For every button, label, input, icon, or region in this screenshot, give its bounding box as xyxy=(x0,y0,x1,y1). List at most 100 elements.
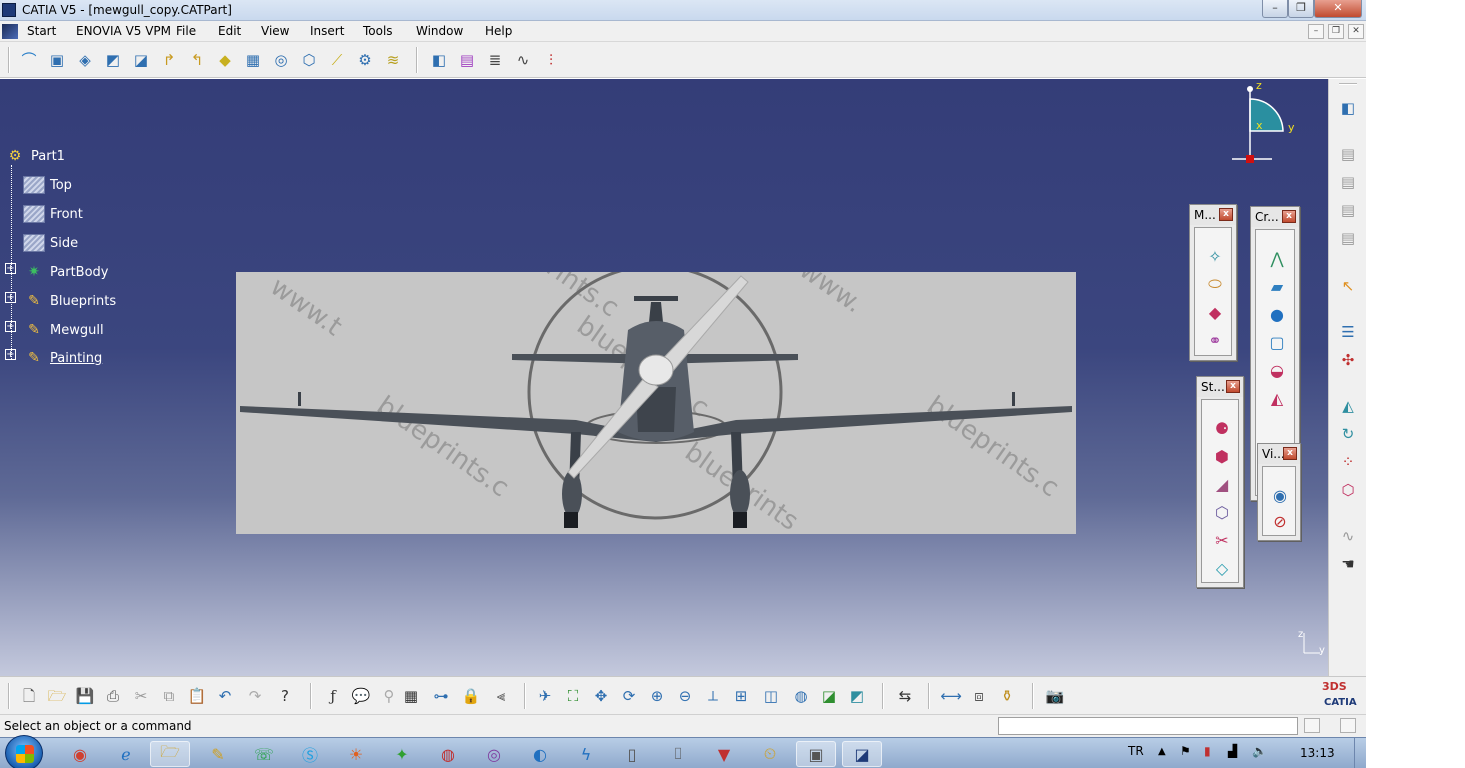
cylinder-icon[interactable]: ▣ xyxy=(46,49,68,71)
iso-view-icon[interactable]: ◫ xyxy=(760,685,782,707)
camera-app-icon[interactable]: ⌷ xyxy=(658,741,698,767)
notes-app-icon[interactable]: ✎ xyxy=(198,741,238,767)
panel-close-button[interactable]: x xyxy=(1226,380,1240,393)
tree-node-mewgull[interactable]: ✎ Mewgull xyxy=(23,320,103,340)
volume-icon[interactable]: 🔈 xyxy=(1252,744,1267,758)
swap-space-icon[interactable]: ◩ xyxy=(846,685,868,707)
whats-this-icon[interactable]: ? xyxy=(274,685,296,707)
screen-app-icon[interactable]: ▣ xyxy=(796,741,836,767)
select-list-icon[interactable]: ☰ xyxy=(1337,321,1359,343)
action-center-flag-icon[interactable]: ⚑ xyxy=(1180,744,1191,758)
shell-icon[interactable]: ⬢ xyxy=(1210,444,1234,468)
parameters-icon[interactable]: ⫷ xyxy=(490,685,512,707)
fit-all-icon[interactable]: ⛶ xyxy=(562,685,584,707)
close-button[interactable]: ✕ xyxy=(1314,0,1362,18)
blend-icon[interactable]: ◩ xyxy=(102,49,124,71)
menu-window[interactable]: Window xyxy=(416,24,463,38)
redo-icon[interactable]: ↷ xyxy=(244,685,266,707)
taskbar-clock[interactable]: 13:13 xyxy=(1300,746,1335,760)
join-icon[interactable]: ⚙ xyxy=(354,49,376,71)
layer-stack-icon[interactable]: ▤ xyxy=(1337,143,1359,165)
table-icon[interactable]: ▦ xyxy=(400,685,422,707)
eye-icon[interactable]: ◉ xyxy=(1268,483,1292,507)
connect-curve-icon[interactable]: ⟋ xyxy=(326,49,348,71)
pattern-icon[interactable]: ⁘ xyxy=(1337,451,1359,473)
rotate-icon[interactable]: ⟳ xyxy=(618,685,640,707)
panel-close-button[interactable]: x xyxy=(1282,210,1296,223)
menu-start[interactable]: Start xyxy=(27,24,56,38)
windows-start-button[interactable] xyxy=(5,735,43,768)
hide-show-icon[interactable]: ◪ xyxy=(818,685,840,707)
show-desktop-button[interactable] xyxy=(1354,738,1366,768)
select-arrow-icon[interactable]: ↖ xyxy=(1337,275,1359,297)
tree-node-front[interactable]: Front xyxy=(23,204,83,224)
paste-icon[interactable]: 📋 xyxy=(186,685,208,707)
fly-mode-icon[interactable]: ✈ xyxy=(534,685,556,707)
xyz-axis-icon[interactable]: ✣ xyxy=(1337,349,1359,371)
shape-fillet-icon[interactable]: ⚭ xyxy=(1203,328,1227,352)
firefox-icon[interactable]: ☀ xyxy=(336,741,376,767)
hand-cursor-icon[interactable]: ☚ xyxy=(1337,553,1359,575)
spline-icon[interactable]: ◆ xyxy=(214,49,236,71)
globe-app-icon[interactable]: ✦ xyxy=(382,741,422,767)
catia-taskbar-icon[interactable]: ◪ xyxy=(842,741,882,767)
porcupine-icon[interactable]: ⫶ xyxy=(540,49,562,71)
status-close-button[interactable] xyxy=(1340,718,1356,733)
network-signal-icon[interactable]: ▟ xyxy=(1228,744,1237,758)
multi-section-icon[interactable]: ⬡ xyxy=(298,49,320,71)
formula-icon[interactable]: ƒ xyxy=(322,685,344,707)
draft-analysis-icon[interactable]: ∿ xyxy=(512,49,534,71)
tree-node-top[interactable]: Top xyxy=(23,175,72,195)
tree-graph-icon[interactable]: ⊶ xyxy=(430,685,452,707)
sweep-icon[interactable]: ◪ xyxy=(130,49,152,71)
3d-viewport[interactable]: ⚙ Part1 Top Front Side + ✷ PartBody + ✎ … xyxy=(0,79,1328,676)
clock-app-icon[interactable]: ⏲ xyxy=(750,741,790,767)
panel-header[interactable]: Cr... x xyxy=(1251,207,1299,227)
blueprint-image[interactable]: www.t www. blueprints.c blueprints.c blu… xyxy=(236,272,1076,534)
sphere-icon[interactable]: ● xyxy=(1265,302,1289,326)
tray-expand-icon[interactable]: ▲ xyxy=(1158,746,1166,757)
maximize-button[interactable]: ❐ xyxy=(1288,0,1314,18)
multi-section-surface-icon[interactable]: ✧ xyxy=(1203,244,1227,268)
pdf-reader-icon[interactable]: ▼ xyxy=(704,741,744,767)
update-icon[interactable]: ⇆ xyxy=(894,685,916,707)
blend-surface-icon[interactable]: ⬭ xyxy=(1203,272,1227,296)
revolution-icon[interactable]: ◒ xyxy=(1265,358,1289,382)
open-folder-icon[interactable]: 🗁 xyxy=(46,685,68,707)
split-icon[interactable]: ✂ xyxy=(1210,528,1234,552)
player-icon[interactable]: ◐ xyxy=(520,741,560,767)
tree-node-part1[interactable]: ⚙ Part1 xyxy=(4,146,65,166)
close-surface-icon[interactable]: ⬡ xyxy=(1210,500,1234,524)
mass-icon[interactable]: ⚱ xyxy=(996,685,1018,707)
menu-file[interactable]: File xyxy=(176,24,196,38)
mdi-restore-button[interactable]: ❐ xyxy=(1328,24,1344,39)
panel-header[interactable]: M... x xyxy=(1190,205,1236,225)
menu-edit[interactable]: Edit xyxy=(218,24,241,38)
minimize-button[interactable]: – xyxy=(1262,0,1288,18)
catia-app-icon[interactable] xyxy=(2,3,16,17)
tree-node-side[interactable]: Side xyxy=(23,233,78,253)
messenger-icon[interactable]: ☏ xyxy=(244,741,284,767)
tree-node-blueprints[interactable]: ✎ Blueprints xyxy=(23,291,116,311)
rectangle-icon[interactable]: ▢ xyxy=(1265,330,1289,354)
grid-icon[interactable]: ▦ xyxy=(242,49,264,71)
undo-swirl-icon[interactable]: ∿ xyxy=(1337,525,1359,547)
thickness-icon[interactable]: ◢ xyxy=(1210,472,1234,496)
curvature-icon[interactable]: ▤ xyxy=(456,49,478,71)
fillet-icon[interactable]: ⚈ xyxy=(1210,416,1234,440)
panel-close-button[interactable]: x xyxy=(1219,208,1233,221)
expand-painting-icon[interactable]: + xyxy=(5,349,16,360)
compass-icon[interactable]: z x y xyxy=(1226,81,1306,166)
power-input-field[interactable] xyxy=(998,717,1298,735)
catia-menu-logo-icon[interactable] xyxy=(2,24,18,39)
layer-stack-icon[interactable]: ▤ xyxy=(1337,227,1359,249)
analysis-icon[interactable]: ◧ xyxy=(428,49,450,71)
cube-icon[interactable]: ◇ xyxy=(1210,556,1234,580)
render-style-icon[interactable]: ◍ xyxy=(790,685,812,707)
measure-item-icon[interactable]: ⧈ xyxy=(968,685,990,707)
rotate-surface-icon[interactable]: ↻ xyxy=(1337,423,1359,445)
expand-partbody-icon[interactable]: + xyxy=(5,263,16,274)
panel-header[interactable]: St... x xyxy=(1197,377,1243,397)
layer-stack-icon[interactable]: ▤ xyxy=(1337,171,1359,193)
measure-icon[interactable]: ⟷ xyxy=(940,685,962,707)
